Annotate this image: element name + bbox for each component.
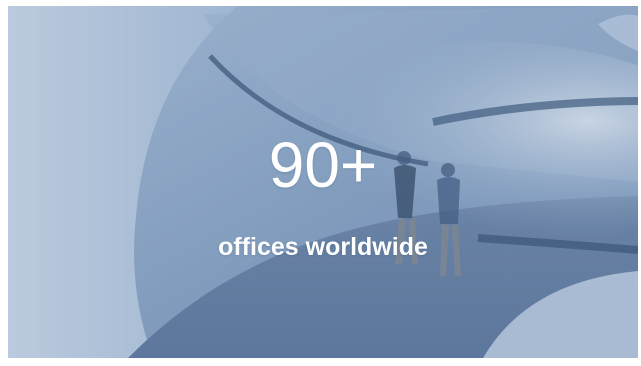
page-frame: 90+ offices worldwide xyxy=(0,0,641,366)
stat-photo-panel: 90+ offices worldwide xyxy=(8,6,638,358)
offices-caption: offices worldwide xyxy=(218,233,428,261)
offices-count: 90+ xyxy=(268,129,378,201)
